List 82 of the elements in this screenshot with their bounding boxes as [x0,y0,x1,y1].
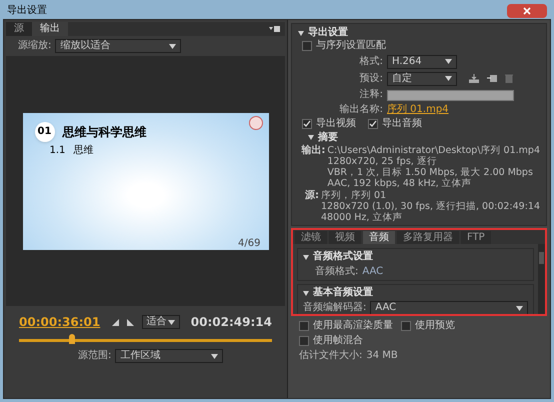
checkbox-label: 使用最高渲染质量 [313,320,393,332]
caret-icon [169,44,176,48]
section-heading: 导出设置 [308,27,348,39]
section-title: 思维 [73,144,94,156]
field-label: 注释: [358,89,383,101]
summary-line: C:\Users\Administrator\Desktop\序列 01.mp4 [327,145,540,156]
current-time[interactable]: 00:00:36:01 [19,313,100,331]
zoom-dropdown[interactable]: 适合 [142,315,180,329]
format-dropdown[interactable]: H.264 [387,54,457,68]
section-number: 1.1 [50,144,66,156]
caret-icon [168,320,174,324]
field-label: 音频编解码器: [303,302,366,314]
audio-format-value: AAC [362,266,384,278]
field-label: 格式: [358,56,383,68]
caret-icon [211,354,218,358]
field-label: 音频格式: [315,266,358,278]
checkbox[interactable] [299,336,309,346]
summary-line: 序列，序列 01 [321,190,388,201]
checkbox[interactable] [401,321,411,331]
summary-label: 输出: [300,145,326,158]
checkbox-label: 使用预览 [415,320,455,332]
collapse-triangle-icon[interactable] [308,135,314,140]
section-heading: 摘要 [318,132,338,144]
panel-menu-icon[interactable] [269,25,281,33]
slide-title: 思维与科学思维 [62,124,146,140]
import-icon[interactable] [487,74,497,83]
source-range-dropdown[interactable]: 工作区域 [115,349,224,363]
duration: 00:02:49:14 [190,314,272,331]
timeline-track[interactable] [19,334,272,346]
summary-line: VBR，1 次, 目标 1.50 Mbps, 最大 2.00 Mbps [327,167,534,178]
settings-tab[interactable]: 视频 [329,231,361,244]
field-label: 预设: [358,72,383,84]
preset-dropdown[interactable]: 自定 [387,72,457,86]
checkbox-label: 与序列设置匹配 [316,40,386,52]
panel-tab[interactable]: 输出 [32,22,68,36]
audio-codec-dropdown[interactable]: AAC [370,301,528,314]
field-label: 输出名称: [338,104,383,116]
summary-line: 48000 Hz, 立体声 [321,212,404,223]
section-heading: 音频格式设置 [313,251,373,263]
checkbox-label: 导出音频 [382,118,422,130]
summary-line: 1280x720, 25 fps, 逐行 [327,156,438,167]
checkbox-label: 导出视频 [316,118,356,130]
summary-label: 源: [304,190,320,203]
estimate-value: 34 MB [366,350,398,362]
window-title: 导出设置 [7,5,47,17]
summary-line: 1280x720 (1.0), 30 fps, 逐行扫描, 00:02:49:14 [321,201,540,212]
collapse-triangle-icon[interactable] [303,290,309,296]
checkbox[interactable] [302,41,312,51]
slide-number-badge: 01 [34,122,54,142]
caret-icon [445,59,452,64]
settings-tab[interactable]: FTP [461,231,491,244]
estimate-label: 估计文件大小: [299,350,362,362]
close-icon [523,7,531,15]
checkbox[interactable] [299,321,309,331]
section-heading: 基本音频设置 [313,287,373,299]
collapse-triangle-icon[interactable] [298,30,304,36]
source-zoom-label: 源缩放: [18,40,52,52]
settings-tab[interactable]: 滤镜 [295,231,327,244]
scrollbar[interactable] [538,244,545,314]
source-range-label: 源范围: [78,350,112,362]
checkbox-label: 使用帧混合 [313,335,363,347]
page-number: 4/69 [238,238,260,248]
checkbox[interactable] [368,119,378,129]
caret-icon [516,306,523,310]
settings-tab[interactable]: 音频 [363,231,395,244]
playhead[interactable] [69,334,76,344]
panel-tab[interactable]: 源 [6,22,32,36]
save-icon[interactable] [469,74,479,83]
checkbox[interactable] [302,119,312,129]
source-zoom-dropdown[interactable]: 缩放以适合 [55,39,182,53]
checkmark-icon [369,120,377,128]
caret-icon [445,76,452,81]
summary-line: AAC, 192 kbps, 48 kHz, 立体声 [327,178,473,189]
collapse-triangle-icon[interactable] [303,254,309,260]
comment-field[interactable] [387,90,514,100]
checkmark-icon [303,120,311,128]
mark-in-icon[interactable] [112,318,118,326]
settings-tab[interactable]: 多路复用器 [397,231,459,244]
output-name-link[interactable]: 序列 01.mp4 [387,104,449,116]
close-button[interactable] [507,4,547,18]
seal-icon [248,116,262,130]
mark-out-icon[interactable] [126,318,134,326]
